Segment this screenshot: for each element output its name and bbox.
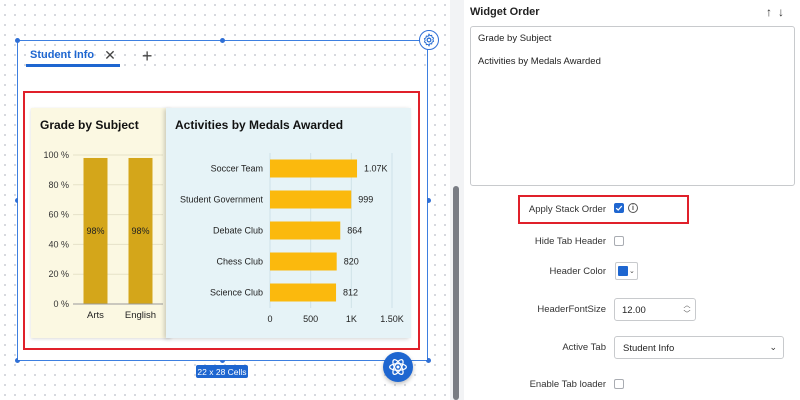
x-tick-label: 0	[267, 314, 272, 324]
y-tick-label: 100 %	[43, 150, 69, 160]
hide-tab-header-checkbox[interactable]	[614, 236, 624, 246]
widget-order-title: Widget Order	[470, 6, 540, 18]
y-tick-label: 0 %	[53, 299, 69, 309]
apply-stack-order-label: Apply Stack Order	[528, 204, 606, 215]
data-label: 820	[344, 257, 359, 267]
x-tick-label: 1K	[346, 314, 357, 324]
checkmark-icon	[615, 205, 623, 211]
data-label: 98%	[131, 226, 149, 236]
bar	[270, 252, 337, 271]
y-tick-label: Science Club	[210, 288, 263, 298]
add-tab-button[interactable]: +	[142, 47, 153, 65]
stepper-value: 12.00	[622, 305, 646, 316]
enable-tab-loader-label: Enable Tab loader	[529, 379, 606, 390]
tab-strip: Student Info ✕ +	[26, 44, 152, 68]
resize-handle[interactable]	[220, 38, 225, 43]
ai-assistant-button[interactable]	[383, 352, 413, 382]
bar	[270, 190, 352, 209]
info-icon[interactable]: i	[628, 203, 638, 213]
active-tab-select[interactable]: Student Info ⌄	[614, 336, 784, 359]
activities-by-medals-widget[interactable]: Activities by Medals Awarded 0 500 1K 1.50K…	[166, 108, 411, 338]
tab-student-info[interactable]: Student Info ✕	[26, 45, 120, 67]
bar	[270, 283, 337, 302]
chevron-down-icon: ⌄	[769, 342, 777, 352]
close-icon[interactable]: ✕	[104, 48, 116, 62]
gear-icon	[423, 33, 435, 47]
tab-label: Student Info	[30, 48, 95, 61]
y-tick-label: 40 %	[48, 239, 69, 249]
apply-stack-order-checkbox[interactable]	[614, 203, 624, 213]
hide-tab-header-label: Hide Tab Header	[534, 236, 606, 247]
x-tick-label: Arts	[87, 310, 104, 321]
y-tick-label: 20 %	[48, 269, 69, 279]
data-label: 812	[343, 288, 358, 298]
size-badge: 22 x 28 Cells	[196, 365, 248, 378]
data-label: 1.07K	[364, 164, 388, 174]
x-tick-label: English	[125, 310, 156, 321]
atom-icon	[389, 358, 407, 376]
color-swatch	[618, 266, 628, 276]
select-value: Student Info	[623, 343, 675, 354]
list-item[interactable]: Activities by Medals Awarded	[478, 56, 601, 67]
x-tick-label: 500	[303, 314, 318, 324]
activities-chart: 0 500 1K 1.50K Soccer Team 1.07K Student Gover…	[180, 153, 404, 324]
chevron-down-icon[interactable]: ﹀	[684, 310, 691, 319]
data-label: 98%	[86, 226, 104, 236]
resize-handle[interactable]	[15, 38, 20, 43]
x-tick-label: 1.50K	[380, 314, 404, 324]
header-color-picker[interactable]: ⌄	[615, 262, 638, 280]
enable-tab-loader-checkbox[interactable]	[614, 379, 624, 389]
y-tick-label: 80 %	[48, 180, 69, 190]
data-label: 999	[358, 195, 373, 205]
bar	[270, 159, 358, 178]
header-font-size-label: HeaderFontSize	[537, 304, 606, 315]
data-label: 864	[347, 226, 362, 236]
grade-chart: 0 % 20 % 40 % 60 % 80 % 100 % 98% Arts 98% Englis…	[43, 150, 163, 321]
chevron-up-icon[interactable]: ︿	[684, 301, 691, 310]
arrow-up-icon[interactable]: ↑	[766, 6, 772, 18]
order-arrows: ↑ ↓	[766, 6, 784, 18]
header-color-label: Header Color	[549, 266, 607, 277]
chevron-down-icon: ⌄	[629, 268, 635, 275]
y-tick-label: Chess Club	[216, 257, 263, 267]
bar	[270, 221, 341, 240]
list-item[interactable]: Grade by Subject	[478, 33, 551, 44]
y-tick-label: Student Government	[180, 195, 264, 205]
widget-order-list[interactable]: Grade by Subject Activities by Medals Aw…	[470, 26, 795, 186]
header-font-size-stepper[interactable]: 12.00 ︿ ﹀	[614, 298, 696, 321]
y-tick-label: Debate Club	[213, 226, 263, 236]
y-tick-label: Soccer Team	[211, 164, 263, 174]
y-tick-label: 60 %	[48, 210, 69, 220]
scrollbar-thumb[interactable]	[453, 186, 459, 400]
arrow-down-icon[interactable]: ↓	[778, 6, 784, 18]
grade-by-subject-widget[interactable]: Grade by Subject 0 % 20 % 40 % 60 % 80 % 100 …	[31, 108, 171, 338]
widget-settings-button[interactable]	[419, 30, 439, 50]
active-tab-label: Active Tab	[562, 342, 606, 353]
